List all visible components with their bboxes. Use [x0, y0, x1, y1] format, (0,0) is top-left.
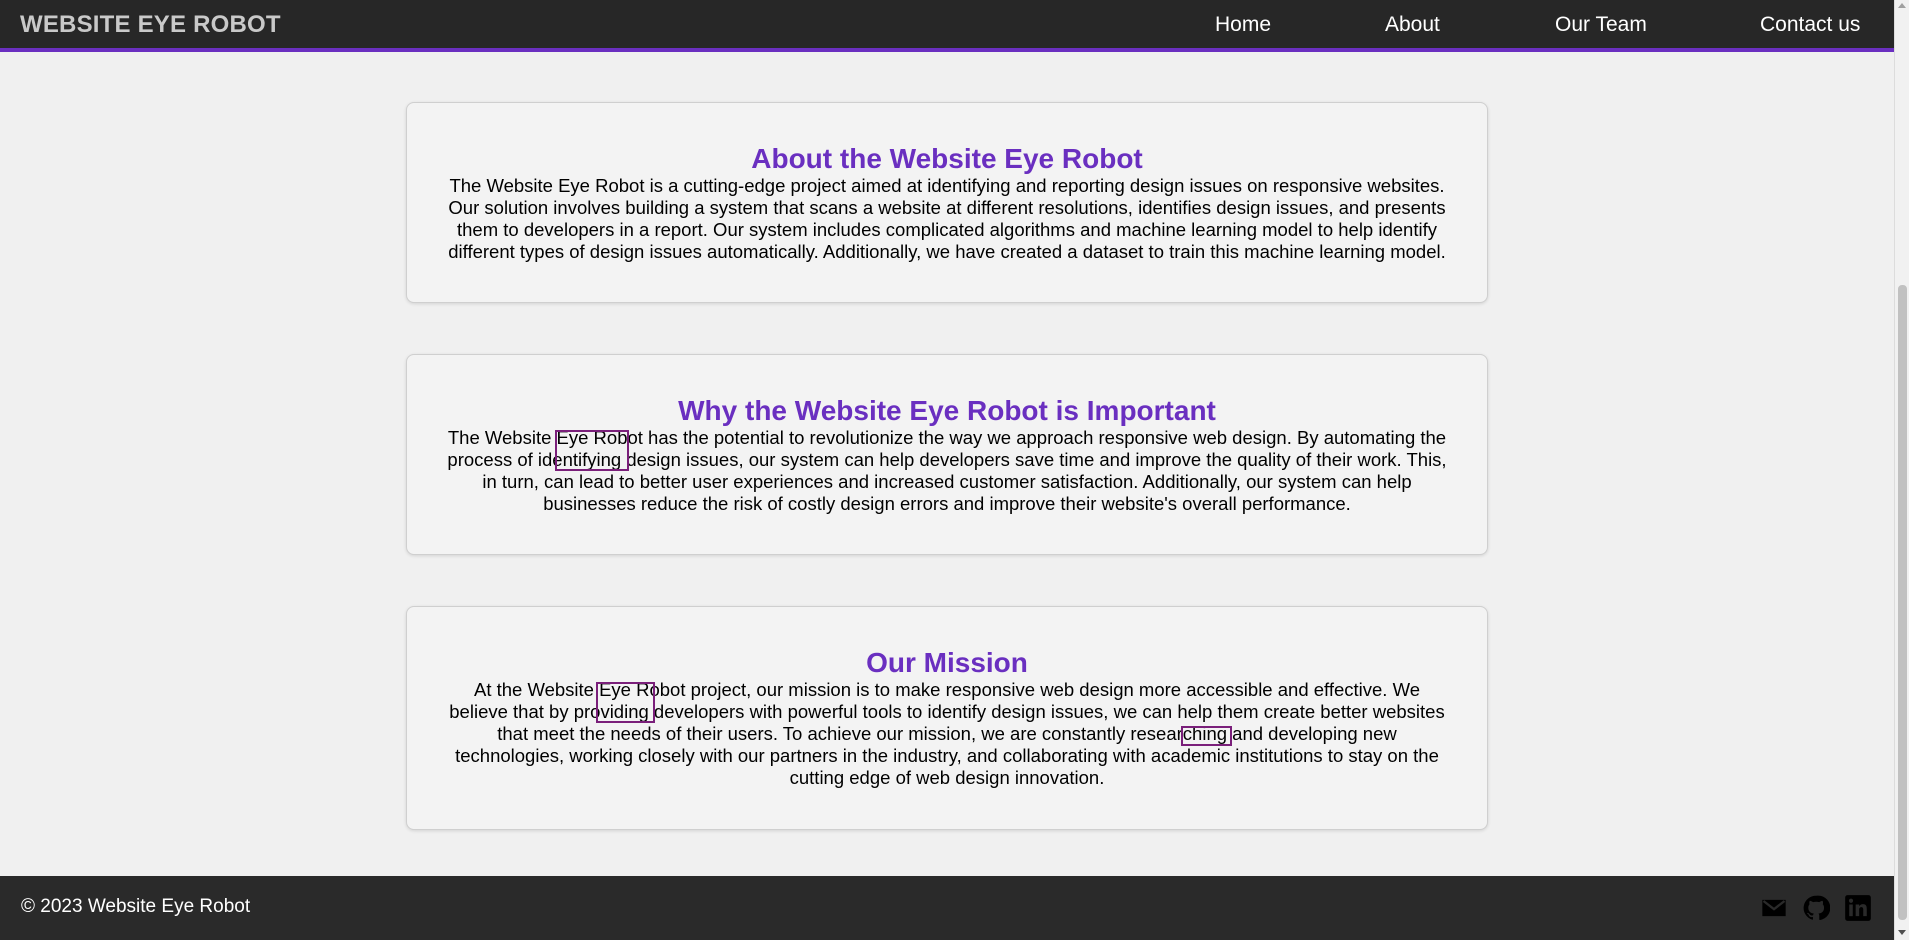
footer-copyright: © 2023 Website Eye Robot — [21, 896, 251, 917]
nav-link-contact-us[interactable]: Contact us — [1760, 13, 1860, 37]
issue-highlight-box — [596, 682, 655, 723]
github-icon[interactable] — [1802, 894, 1830, 922]
section-title: Why the Website Eye Robot is Important — [678, 395, 1216, 426]
issue-highlight-box — [1181, 726, 1232, 746]
email-icon[interactable] — [1760, 894, 1788, 922]
nav-link-our-team[interactable]: Our Team — [1555, 13, 1647, 37]
brand-logo-text[interactable]: WEBSITE EYE ROBOT — [20, 11, 281, 39]
section-card-mission: Our Mission At the Website Eye Robot pro… — [406, 606, 1488, 830]
section-title: Our Mission — [866, 647, 1028, 678]
navbar: WEBSITE EYE ROBOT Home About Our Team Co… — [0, 0, 1894, 52]
scroll-up-arrow-icon[interactable] — [1898, 3, 1906, 8]
section-card-about: About the Website Eye Robot The Website … — [406, 102, 1488, 303]
nav-link-home[interactable]: Home — [1215, 13, 1271, 37]
section-title: About the Website Eye Robot — [751, 143, 1143, 174]
issue-highlight-box — [555, 430, 629, 471]
scroll-down-arrow-icon[interactable] — [1898, 930, 1906, 935]
page: WEBSITE EYE ROBOT Home About Our Team Co… — [0, 0, 1909, 940]
footer: © 2023 Website Eye Robot — [0, 876, 1894, 940]
page-scrollbar[interactable] — [1894, 0, 1909, 940]
linkedin-icon[interactable] — [1844, 894, 1872, 922]
scrollbar-thumb[interactable] — [1898, 285, 1907, 920]
section-text: The Website Eye Robot is a cutting-edge … — [448, 175, 1446, 262]
nav-link-about[interactable]: About — [1385, 13, 1440, 37]
